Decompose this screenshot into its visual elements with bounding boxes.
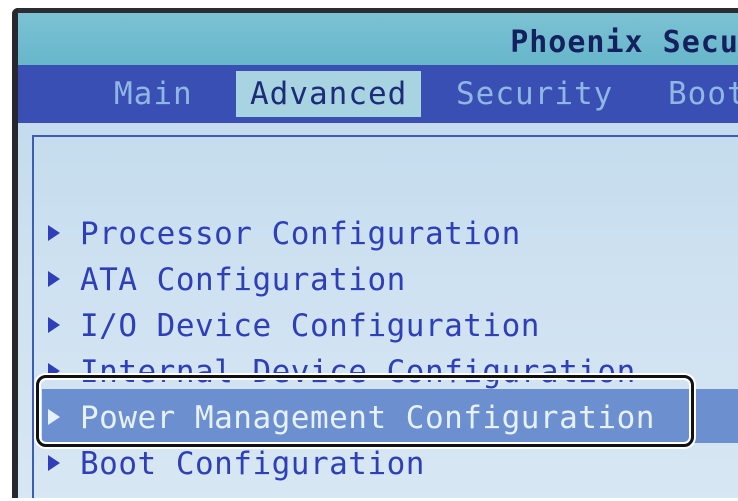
tab-main[interactable]: Main <box>114 71 193 117</box>
menu-item-label: I/O Device Configuration <box>80 308 540 344</box>
triangle-right-icon <box>48 316 60 333</box>
menu-item-io-device-configuration[interactable]: I/O Device Configuration <box>48 303 655 349</box>
menu-item-label: Processor Configuration <box>80 216 521 252</box>
triangle-right-icon <box>48 408 60 425</box>
menu-item-label: Boot Configuration <box>80 446 425 482</box>
content-panel: Processor Configuration ATA Configuratio… <box>18 123 738 498</box>
menu-item-label: Internal Device Configuration <box>80 354 636 390</box>
menu-item-label: Power Management Configuration <box>80 400 655 436</box>
app-title: Phoenix Secur <box>510 25 738 60</box>
tab-security[interactable]: Security <box>456 71 613 117</box>
title-bar: Phoenix Secur <box>18 13 738 65</box>
menu-item-power-management-configuration[interactable]: Power Management Configuration <box>48 395 655 441</box>
menu-bar: Main Advanced Security Boot <box>18 65 738 123</box>
triangle-right-icon <box>48 362 60 379</box>
triangle-right-icon <box>48 224 60 241</box>
menu-item-processor-configuration[interactable]: Processor Configuration <box>48 211 655 257</box>
menu-item-label: ATA Configuration <box>80 262 406 298</box>
triangle-right-icon <box>48 270 60 287</box>
menu-item-ata-configuration[interactable]: ATA Configuration <box>48 257 655 303</box>
advanced-menu-list: Processor Configuration ATA Configuratio… <box>48 211 655 487</box>
tab-advanced[interactable]: Advanced <box>236 71 422 117</box>
tab-boot[interactable]: Boot <box>668 71 738 117</box>
photo-frame: Phoenix Secur Main Advanced Security Boo… <box>0 0 738 501</box>
menu-item-internal-device-configuration[interactable]: Internal Device Configuration <box>48 349 655 395</box>
bios-screen: Phoenix Secur Main Advanced Security Boo… <box>12 8 738 498</box>
menu-item-boot-configuration[interactable]: Boot Configuration <box>48 441 655 487</box>
triangle-right-icon <box>48 454 60 471</box>
